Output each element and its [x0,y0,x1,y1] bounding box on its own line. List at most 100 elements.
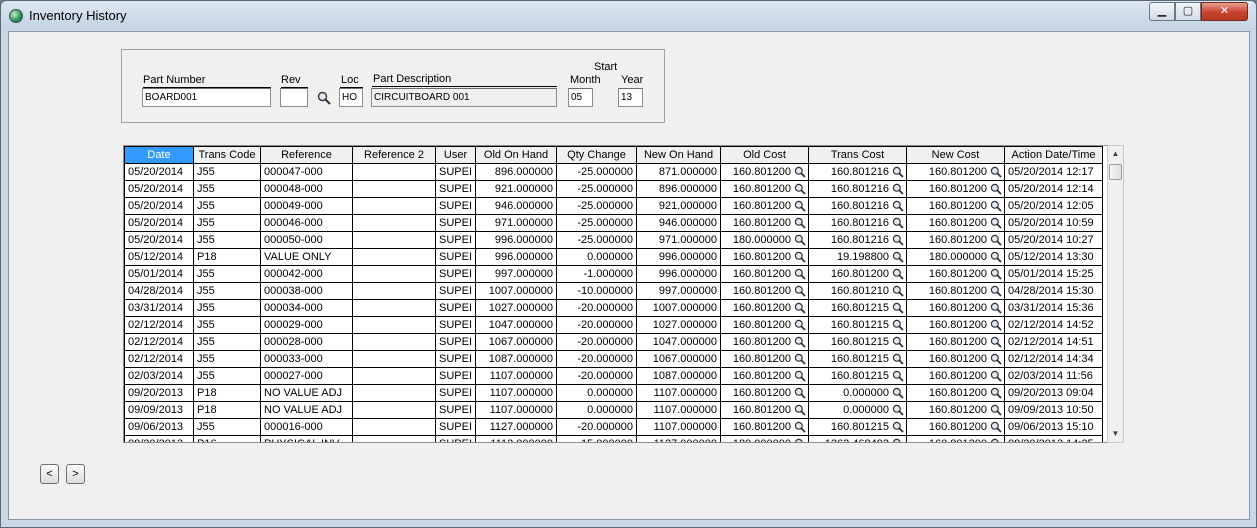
scroll-up-arrow-icon[interactable]: ▲ [1108,146,1123,162]
cost-lookup-icon[interactable] [892,234,904,246]
cost-lookup-icon[interactable] [892,438,904,442]
maximize-button[interactable]: ▢ [1175,2,1201,21]
cost-lookup-icon[interactable] [794,183,806,195]
minimize-button[interactable]: ▁ [1149,2,1175,21]
table-row[interactable]: 02/12/2014 J55 000029-000 SUPEI 1047.000000-… [124,316,1104,334]
cost-lookup-icon[interactable] [892,302,904,314]
column-header-trans-code[interactable]: Trans Code [193,146,261,164]
cell-user: SUPEI [434,180,477,198]
column-header-action-date-time[interactable]: Action Date/Time [1004,146,1104,164]
table-row[interactable]: 02/12/2014 J55 000033-000 SUPEI 1087.000000-… [124,350,1104,368]
table-row[interactable]: 03/31/2014 J55 000034-000 SUPEI 1027.000000-… [124,299,1104,317]
cost-lookup-icon[interactable] [794,166,806,178]
cost-lookup-icon[interactable] [892,166,904,178]
grid-vertical-scrollbar[interactable]: ▲ ▼ [1107,145,1124,443]
column-header-reference-2[interactable]: Reference 2 [352,146,436,164]
table-row[interactable]: 08/20/2013P16PHYSICAL INV SUPEI1112.00000… [124,435,1104,442]
column-header-qty-change[interactable]: Qty Change [556,146,638,164]
cost-lookup-icon[interactable] [990,200,1002,212]
cost-lookup-icon[interactable] [990,166,1002,178]
column-header-trans-cost[interactable]: Trans Cost [808,146,908,164]
cost-lookup-icon[interactable] [794,217,806,229]
cost-lookup-icon[interactable] [990,285,1002,297]
table-row[interactable]: 09/20/2013 P18 NO VALUE ADJ SUPEI 1107.00000… [124,384,1104,402]
cost-lookup-icon[interactable] [990,183,1002,195]
column-header-user[interactable]: User [434,146,477,164]
table-row[interactable]: 05/20/2014 J55 000047-000 SUPEI 896.000000 -2… [124,163,1104,181]
cost-lookup-icon[interactable] [990,319,1002,331]
cost-lookup-icon[interactable] [892,370,904,382]
year-field[interactable]: 13 [618,88,643,107]
cost-lookup-icon[interactable] [990,302,1002,314]
table-row[interactable]: 05/20/2014 J55 000046-000 SUPEI 971.000000 -2… [124,214,1104,232]
cost-lookup-icon[interactable] [794,404,806,416]
cost-lookup-icon[interactable] [794,200,806,212]
cost-lookup-icon[interactable] [892,353,904,365]
table-row[interactable]: 05/20/2014 J55 000050-000 SUPEI 996.000000 -2… [124,231,1104,249]
scroll-down-arrow-icon[interactable]: ▼ [1108,426,1123,442]
cost-lookup-icon[interactable] [990,421,1002,433]
table-row[interactable]: 04/28/2014 J55 000038-000 SUPEI 1007.000000-… [124,282,1104,300]
cost-lookup-icon[interactable] [794,268,806,280]
table-row[interactable]: 02/12/2014 J55 000028-000 SUPEI 1067.000000-… [124,333,1104,351]
column-header-date[interactable]: Date [124,146,194,164]
cost-lookup-icon[interactable] [892,285,904,297]
cost-lookup-icon[interactable] [990,404,1002,416]
cost-lookup-icon[interactable] [990,336,1002,348]
cost-lookup-icon[interactable] [794,336,806,348]
cost-lookup-icon[interactable] [990,234,1002,246]
cost-lookup-icon[interactable] [794,302,806,314]
cost-lookup-icon[interactable] [892,319,904,331]
scroll-thumb[interactable] [1109,164,1122,180]
table-row[interactable]: 05/01/2014 J55 000042-000 SUPEI 997.000000 -1… [124,265,1104,283]
cost-lookup-icon[interactable] [794,421,806,433]
cost-lookup-icon[interactable] [794,438,806,442]
cell-qty-change: -20.000000 [556,333,638,351]
cost-lookup-icon[interactable] [794,319,806,331]
table-row[interactable]: 02/03/2014 J55 000027-000 SUPEI 1107.000000-… [124,367,1104,385]
cost-lookup-icon[interactable] [990,438,1002,442]
cost-lookup-icon[interactable] [794,251,806,263]
column-header-new-on-hand[interactable]: New On Hand [636,146,722,164]
cost-lookup-icon[interactable] [990,370,1002,382]
table-row[interactable]: 05/20/2014 J55 000049-000 SUPEI 946.000000 -2… [124,197,1104,215]
cost-lookup-icon[interactable] [990,353,1002,365]
column-header-reference[interactable]: Reference [260,146,353,164]
cost-lookup-icon[interactable] [794,234,806,246]
loc-field[interactable]: HO [339,88,363,107]
rev-lookup-icon[interactable] [317,91,331,105]
column-header-old-on-hand[interactable]: Old On Hand [475,146,558,164]
cost-lookup-icon[interactable] [892,251,904,263]
cost-lookup-icon[interactable] [892,183,904,195]
column-header-old-cost[interactable]: Old Cost [720,146,810,164]
next-button[interactable]: > [66,464,85,484]
cost-value: 160.801200 [732,302,792,315]
cost-lookup-icon[interactable] [892,200,904,212]
title-bar[interactable]: Inventory History ▁ ▢ ✕ [1,1,1256,30]
cost-lookup-icon[interactable] [990,268,1002,280]
part-number-field[interactable]: BOARD001 [142,88,271,107]
column-header-new-cost[interactable]: New Cost [906,146,1006,164]
rev-field[interactable] [280,88,308,107]
cost-lookup-icon[interactable] [794,353,806,365]
cost-lookup-icon[interactable] [892,404,904,416]
cost-lookup-icon[interactable] [794,370,806,382]
table-row[interactable]: 09/09/2013 P18 NO VALUE ADJ SUPEI 1107.00000… [124,401,1104,419]
cost-lookup-icon[interactable] [990,387,1002,399]
table-row[interactable]: 05/20/2014 J55 000048-000 SUPEI 921.000000 -2… [124,180,1104,198]
cost-lookup-icon[interactable] [892,387,904,399]
close-button[interactable]: ✕ [1201,2,1248,21]
cost-lookup-icon[interactable] [892,421,904,433]
cost-lookup-icon[interactable] [794,285,806,297]
month-field[interactable]: 05 [568,88,593,107]
history-grid[interactable]: Date Trans Code Reference Reference 2 User Ol… [123,145,1123,443]
cost-lookup-icon[interactable] [892,217,904,229]
cost-lookup-icon[interactable] [990,217,1002,229]
table-row[interactable]: 05/12/2014 P18 VALUE ONLY SUPEI 996.000000 0.… [124,248,1104,266]
cost-lookup-icon[interactable] [892,336,904,348]
table-row[interactable]: 09/06/2013 J55 000016-000 SUPEI 1127.000000-… [124,418,1104,436]
cost-lookup-icon[interactable] [892,268,904,280]
cost-lookup-icon[interactable] [794,387,806,399]
previous-button[interactable]: < [40,464,59,484]
cost-lookup-icon[interactable] [990,251,1002,263]
